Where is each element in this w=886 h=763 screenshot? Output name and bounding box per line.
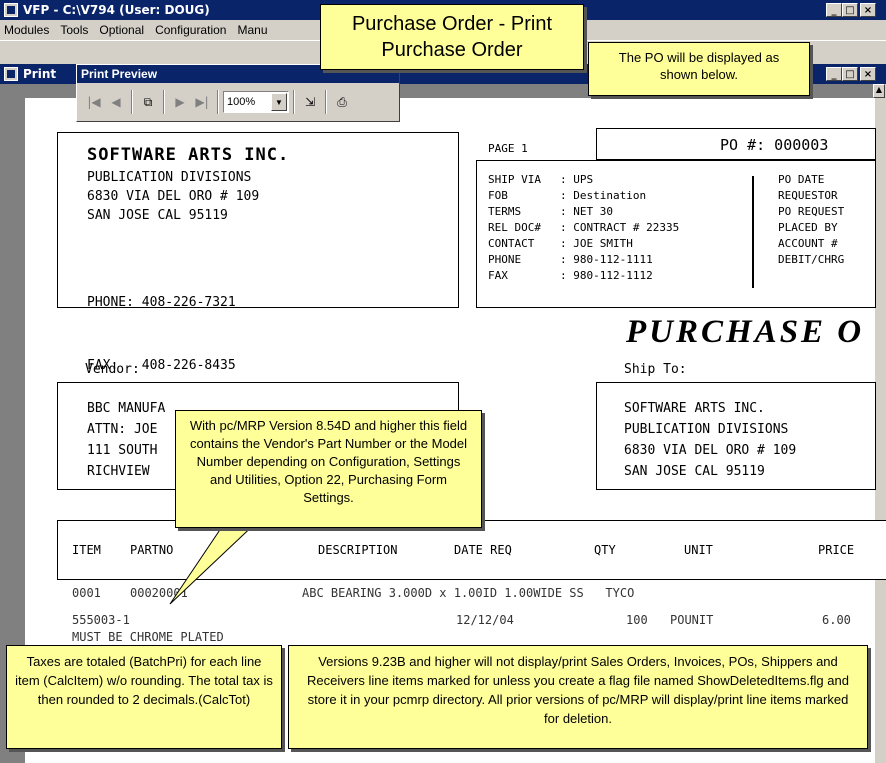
separator [293, 90, 295, 114]
line-qty: 100 [626, 613, 648, 627]
company-address: PUBLICATION DIVISIONS 6830 VIA DEL ORO #… [87, 168, 259, 225]
po-right-labels: PO DATE REQUESTOR PO REQUEST PLACED BY A… [778, 172, 844, 268]
inner-maximize-icon[interactable]: □ [842, 67, 858, 81]
menu-modules[interactable]: Modules [4, 23, 49, 37]
line-item-number: 0001 [72, 586, 101, 600]
vendor-part-callout: With pc/MRP Version 8.54D and higher thi… [175, 410, 482, 528]
zoom-select[interactable]: 100% ▼ [223, 91, 289, 113]
window-controls: _ □ × [826, 3, 876, 17]
ship-labels: SHIP VIA: UPS FOB: Destination TERMS: NE… [488, 172, 679, 284]
divider [752, 176, 754, 288]
vendor-line-2: ATTN: JOE [87, 422, 158, 437]
taxes-callout: Taxes are totaled (BatchPri) for each li… [6, 645, 282, 749]
label-placed-by: PLACED BY [778, 221, 838, 234]
close-icon[interactable]: × [860, 3, 876, 17]
minimize-icon[interactable]: _ [826, 3, 842, 17]
menu-tools[interactable]: Tools [60, 23, 88, 37]
scroll-up-icon[interactable]: ▲ [873, 84, 885, 98]
page-number: PAGE 1 [488, 142, 528, 155]
ship-row: CONTACT: JOE SMITH [488, 237, 633, 250]
ship-row: TERMS: NET 30 [488, 205, 613, 218]
printer-icon[interactable]: ⎙ [331, 91, 353, 113]
separator [217, 90, 219, 114]
col-date-req: DATE REQ [454, 543, 512, 557]
print-preview-toolbar: Print Preview |◀ ◀ ⧉ ▶ ▶| 100% ▼ ⇲ ⎙ [76, 64, 400, 122]
company-line-3: SAN JOSE CAL 95119 [87, 208, 228, 223]
document-title: PURCHASE O [626, 314, 865, 350]
line-date: 12/12/04 [456, 613, 514, 627]
ship-to-line-1: SOFTWARE ARTS INC. [624, 401, 765, 416]
company-name: SOFTWARE ARTS INC. [87, 145, 290, 165]
ship-row: FAX: 980-112-1112 [488, 269, 653, 282]
label-po-date: PO DATE [778, 173, 825, 186]
menu-manufacturing[interactable]: Manu [237, 23, 267, 37]
print-window-title: Print [23, 67, 57, 81]
ship-row: PHONE: 980-112-1111 [488, 253, 653, 266]
col-unit: UNIT [684, 543, 713, 557]
label-po-request: PO REQUEST [778, 205, 845, 218]
inner-minimize-icon[interactable]: _ [826, 67, 842, 81]
col-qty: QTY [594, 543, 616, 557]
line-description: ABC BEARING 3.000D x 1.00ID 1.00WIDE SS … [302, 586, 635, 600]
company-line-2: 6830 VIA DEL ORO # 109 [87, 189, 260, 204]
heading-line-1: Purchase Order - Print [351, 13, 553, 35]
line-vendor-part: 555003-1 [72, 613, 130, 627]
ship-to-line-3: 6830 VIA DEL ORO # 109 [624, 443, 797, 458]
label-debit-chrg: DEBIT/CHRG [778, 253, 845, 266]
ship-to-line-4: SAN JOSE CAL 95119 [624, 464, 765, 479]
separator [163, 90, 165, 114]
print-preview-controls: |◀ ◀ ⧉ ▶ ▶| 100% ▼ ⇲ ⎙ [77, 87, 399, 117]
vendor-line-4: RICHVIEW [87, 464, 150, 479]
heading-line-2: Purchase Order [381, 39, 523, 61]
maximize-icon[interactable]: □ [842, 3, 858, 17]
vendor-label: Vendor: [85, 362, 140, 377]
versions-callout: Versions 9.23B and higher will not displ… [288, 645, 868, 749]
next-page-icon[interactable]: ▶ [169, 91, 191, 113]
col-description: DESCRIPTION [318, 543, 398, 557]
ship-row: REL DOC#: CONTRACT # 22335 [488, 221, 680, 234]
print-window-icon [4, 67, 18, 81]
ship-row: FOB: Destination [488, 189, 647, 202]
first-page-icon[interactable]: |◀ [83, 91, 105, 113]
inner-window-controls: _ □ × [826, 67, 876, 81]
app-title: VFP - C:\V794 (User: DOUG) [23, 3, 210, 17]
chevron-down-icon[interactable]: ▼ [271, 93, 287, 111]
vendor-line-3: 111 SOUTH [87, 443, 158, 458]
company-line-1: PUBLICATION DIVISIONS [87, 170, 252, 185]
ship-to-address: SOFTWARE ARTS INC. PUBLICATION DIVISIONS… [624, 398, 796, 482]
ship-row: SHIP VIA: UPS [488, 173, 594, 186]
line-note: MUST BE CHROME PLATED [72, 630, 224, 644]
display-note-callout: The PO will be displayed as shown below. [588, 42, 810, 96]
last-page-icon[interactable]: ▶| [191, 91, 213, 113]
separator [131, 90, 133, 114]
line-unit: POUNIT [670, 613, 714, 627]
label-requestor: REQUESTOR [778, 189, 838, 202]
menu-configuration[interactable]: Configuration [155, 23, 226, 37]
company-phone: PHONE: 408-226-7321 [87, 295, 236, 310]
menu-optional[interactable]: Optional [99, 23, 144, 37]
po-number: PO #: 000003 [720, 136, 829, 154]
ship-to-line-2: PUBLICATION DIVISIONS [624, 422, 789, 437]
heading-callout: Purchase Order - Print Purchase Order [320, 4, 584, 70]
vendor-address: BBC MANUFA ATTN: JOE 111 SOUTH RICHVIEW [87, 398, 165, 482]
zoom-value: 100% [227, 96, 256, 108]
close-preview-icon[interactable]: ⇲ [299, 91, 321, 113]
col-price: PRICE [818, 543, 855, 557]
col-item: ITEM [72, 543, 101, 557]
separator [325, 90, 327, 114]
label-account: ACCOUNT # [778, 237, 838, 250]
ship-to-label: Ship To: [624, 362, 687, 377]
app-icon [4, 3, 18, 17]
prev-page-icon[interactable]: ◀ [105, 91, 127, 113]
goto-page-icon[interactable]: ⧉ [137, 91, 159, 113]
inner-close-icon[interactable]: × [860, 67, 876, 81]
vendor-line-1: BBC MANUFA [87, 401, 166, 416]
line-price: 6.00 [822, 613, 851, 627]
